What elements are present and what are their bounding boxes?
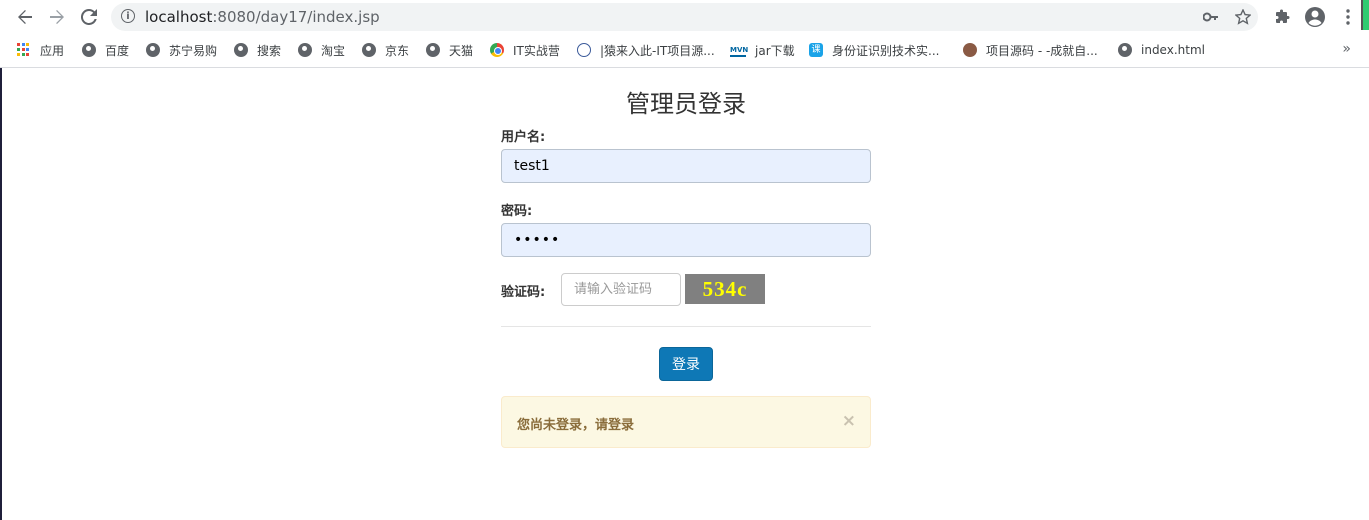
more-bookmarks-chevron-icon[interactable]: » <box>1342 41 1351 57</box>
ke-icon: 课 <box>809 43 823 57</box>
close-icon[interactable]: × <box>842 411 856 431</box>
globe-icon <box>362 43 376 57</box>
mvn-icon: MVN <box>730 43 748 57</box>
bookmark-project-source[interactable]: 项目源码 - -成就自... <box>963 41 1098 59</box>
bookmark-label: 身份证识别技术实... <box>832 43 940 58</box>
forward-arrow-icon[interactable] <box>45 5 69 29</box>
bookmark-label: 项目源码 - -成就自... <box>986 43 1098 58</box>
globe-icon <box>82 43 96 57</box>
bookmark-baidu[interactable]: 百度 <box>82 41 129 59</box>
globe-icon <box>1118 43 1132 57</box>
window-accent-edge <box>1361 0 1369 30</box>
bookmark-suning[interactable]: 苏宁易购 <box>146 41 217 59</box>
owl-icon <box>577 43 591 57</box>
extensions-puzzle-icon[interactable] <box>1272 6 1294 28</box>
site-info-icon[interactable]: i <box>121 9 135 23</box>
chrome-icon <box>490 43 504 57</box>
page-title: 管理员登录 <box>626 91 746 118</box>
apps-grid-icon <box>17 43 31 57</box>
bookmark-apps[interactable]: 应用 <box>17 41 64 59</box>
bookmark-index-html[interactable]: index.html <box>1118 41 1205 59</box>
url-path: :8080/day17/index.jsp <box>212 8 380 26</box>
username-label: 用户名: <box>501 130 546 145</box>
bookmark-it-camp[interactable]: IT实战营 <box>490 41 560 59</box>
bookmark-label: 搜索 <box>257 43 282 58</box>
bookmark-jar-download[interactable]: MVN jar下载 <box>730 41 795 59</box>
back-arrow-icon[interactable] <box>13 5 37 29</box>
bookmark-star-icon[interactable] <box>1232 6 1254 28</box>
alert-message: 您尚未登录，请登录 <box>517 418 635 433</box>
person-icon <box>963 43 977 57</box>
bookmark-label: jar下载 <box>755 43 795 58</box>
bookmark-label: IT实战营 <box>513 43 560 58</box>
captcha-image[interactable]: 534c <box>685 274 765 304</box>
profile-avatar-icon[interactable] <box>1304 6 1326 28</box>
globe-icon <box>426 43 440 57</box>
globe-icon <box>298 43 312 57</box>
login-button[interactable]: 登录 <box>659 347 713 381</box>
form-divider <box>501 326 871 327</box>
bookmark-yuanlai[interactable]: |猿来入此-IT项目源... <box>577 41 715 59</box>
url-text[interactable]: localhost:8080/day17/index.jsp <box>145 8 380 26</box>
menu-dots-icon[interactable] <box>1337 6 1359 28</box>
key-icon[interactable] <box>1200 6 1222 28</box>
bookmark-label: 苏宁易购 <box>169 43 218 58</box>
bookmark-search[interactable]: 搜索 <box>234 41 281 59</box>
bookmark-taobao[interactable]: 淘宝 <box>298 41 345 59</box>
bookmark-jd[interactable]: 京东 <box>362 41 409 59</box>
bookmark-label: 淘宝 <box>321 43 346 58</box>
bookmark-label: 京东 <box>385 43 410 58</box>
warning-alert: 您尚未登录，请登录 × <box>501 396 871 448</box>
globe-icon <box>146 43 160 57</box>
bookmarks-bar: 应用 百度 苏宁易购 搜索 淘宝 京东 天猫 IT实战营 |猿来入此-IT项目源… <box>0 34 1369 68</box>
password-input[interactable]: ••••• <box>501 223 871 257</box>
bookmark-label: index.html <box>1141 43 1205 57</box>
bookmark-label: 百度 <box>105 43 130 58</box>
reload-icon[interactable] <box>77 5 101 29</box>
bookmark-label: 天猫 <box>449 43 474 58</box>
captcha-label: 验证码: <box>501 285 546 300</box>
password-label: 密码: <box>501 204 533 219</box>
url-host: localhost <box>145 8 213 26</box>
window-edge <box>0 0 2 520</box>
browser-toolbar: i localhost:8080/day17/index.jsp <box>0 0 1369 34</box>
bookmark-label: 应用 <box>40 43 65 58</box>
globe-icon <box>234 43 248 57</box>
bookmark-tmall[interactable]: 天猫 <box>426 41 473 59</box>
captcha-input[interactable]: 请输入验证码 <box>561 273 681 306</box>
bookmark-id-recognition[interactable]: 课身份证识别技术实... <box>809 41 939 59</box>
bookmark-label: |猿来入此-IT项目源... <box>600 43 715 58</box>
username-input[interactable]: test1 <box>501 149 871 183</box>
